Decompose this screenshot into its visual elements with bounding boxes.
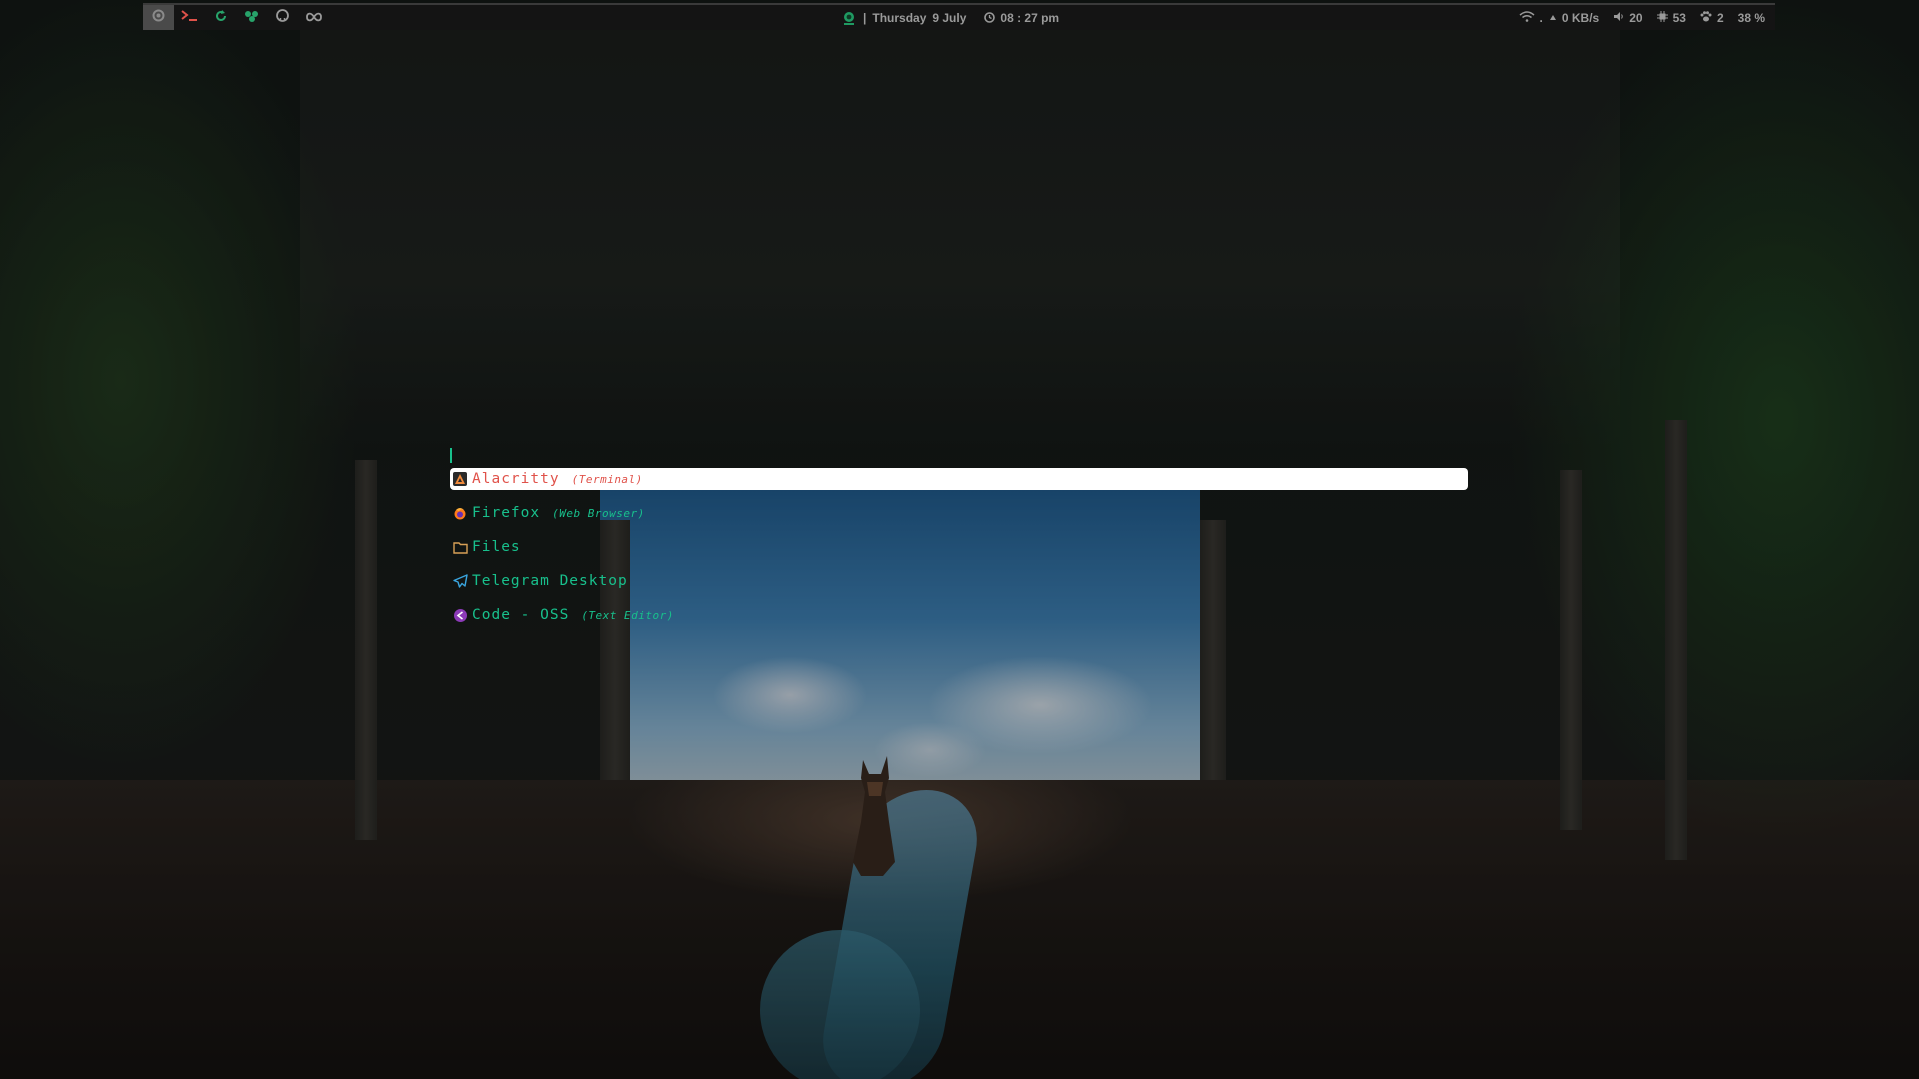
launcher-entry-code-oss[interactable]: Code - OSS (Text Editor) bbox=[450, 604, 1468, 626]
updates-widget[interactable]: 2 bbox=[1700, 11, 1724, 25]
code-oss-icon bbox=[452, 607, 468, 623]
launcher-entry-name: Files bbox=[472, 539, 521, 555]
github-icon bbox=[276, 8, 289, 27]
battery-widget[interactable]: 38 % bbox=[1738, 11, 1765, 25]
telegram-icon bbox=[452, 573, 468, 589]
network-dot: . bbox=[1539, 10, 1543, 25]
day-label: Thursday bbox=[872, 10, 927, 25]
launcher-entry-name: Telegram Desktop bbox=[472, 573, 628, 589]
refresh-button[interactable] bbox=[205, 5, 236, 30]
launcher-entry-alacritty[interactable]: Alacritty (Terminal) bbox=[450, 468, 1468, 490]
updates-count: 2 bbox=[1716, 10, 1724, 25]
launcher-entry-name: Code - OSS bbox=[472, 607, 570, 623]
clock-icon bbox=[984, 12, 996, 23]
terminal-button[interactable] bbox=[174, 5, 205, 30]
flower-button[interactable] bbox=[236, 5, 267, 30]
launcher-entry-name: Firefox bbox=[472, 505, 541, 521]
chip-icon bbox=[1656, 10, 1673, 25]
volume-icon bbox=[1613, 11, 1629, 25]
volume-widget[interactable]: 20 bbox=[1613, 10, 1643, 25]
menu-icon bbox=[152, 9, 165, 27]
launcher-entry-comment: (Terminal) bbox=[571, 472, 643, 486]
firefox-icon bbox=[452, 505, 468, 521]
top-bar-right: . 0 KB/s 20 53 2 38 % bbox=[1505, 5, 1765, 30]
upload-arrow-icon bbox=[1549, 11, 1562, 25]
launcher-entry-comment: (Web Browser) bbox=[552, 506, 645, 520]
refresh-icon bbox=[215, 9, 227, 27]
top-bar-left bbox=[143, 5, 329, 30]
status-dot-icon bbox=[843, 11, 855, 25]
battery-value: 38 % bbox=[1737, 10, 1765, 25]
top-bar: | Thursday 9 July 08 : 27 pm . 0 KB/s 20 bbox=[143, 3, 1775, 30]
network-widget[interactable]: . 0 KB/s bbox=[1519, 10, 1600, 25]
network-speed: 0 KB/s bbox=[1561, 10, 1600, 25]
flower-icon bbox=[244, 9, 260, 27]
menu-button[interactable] bbox=[143, 5, 174, 30]
launcher-entry-firefox[interactable]: Firefox (Web Browser) bbox=[450, 502, 1468, 524]
alacritty-icon bbox=[452, 471, 468, 487]
github-button[interactable] bbox=[267, 5, 298, 30]
cpu-value: 53 bbox=[1672, 10, 1686, 25]
terminal-icon bbox=[180, 9, 199, 27]
infinity-icon bbox=[305, 9, 322, 27]
date-label: 9 July bbox=[932, 10, 967, 25]
volume-value: 20 bbox=[1629, 10, 1643, 25]
cpu-widget[interactable]: 53 bbox=[1656, 10, 1686, 25]
launcher-entry-telegram[interactable]: Telegram Desktop bbox=[450, 570, 1468, 592]
launcher-entry-comment: (Text Editor) bbox=[581, 608, 674, 622]
date-time-widget: | Thursday 9 July 08 : 27 pm bbox=[843, 5, 1059, 30]
date-separator: | bbox=[863, 10, 867, 25]
folder-icon bbox=[452, 539, 468, 555]
search-input[interactable] bbox=[450, 448, 452, 463]
launcher-entries: Alacritty (Terminal) Firefox (Web Browse… bbox=[450, 468, 1468, 638]
time-label: 08 : 27 pm bbox=[1000, 10, 1060, 25]
launcher-entry-name: Alacritty bbox=[472, 471, 560, 487]
launcher-entry-files[interactable]: Files bbox=[450, 536, 1468, 558]
wifi-icon bbox=[1519, 10, 1540, 25]
paw-icon bbox=[1700, 10, 1717, 25]
infinity-button[interactable] bbox=[298, 5, 329, 30]
